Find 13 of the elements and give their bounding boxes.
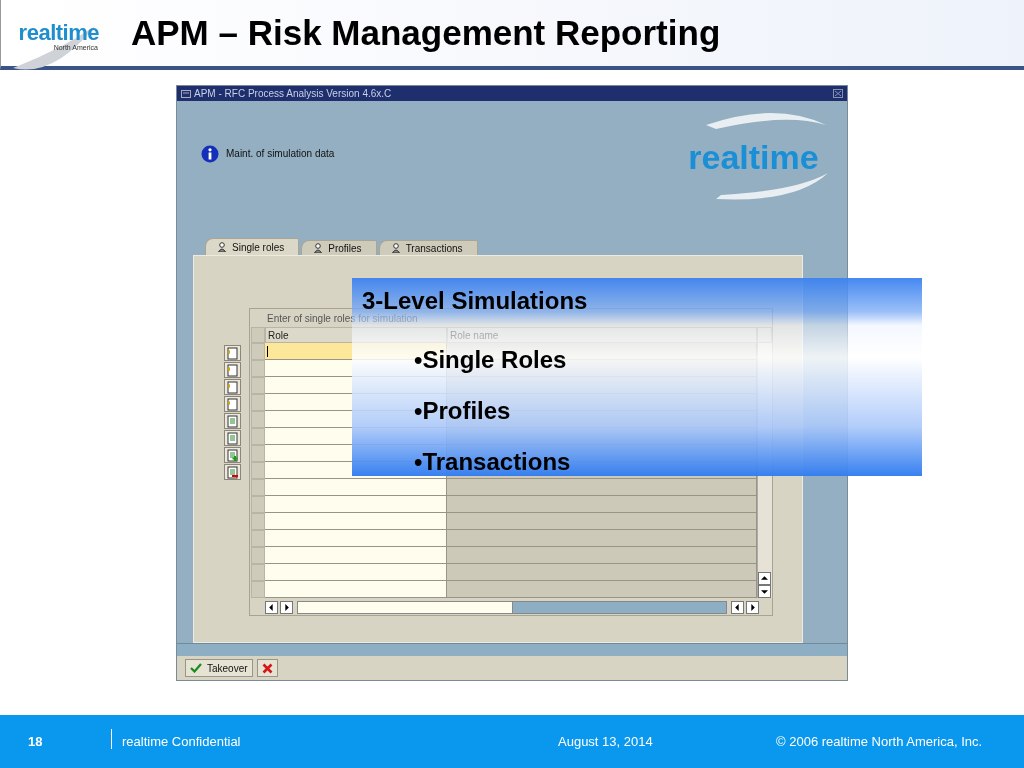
bullet-item: •Transactions bbox=[414, 450, 571, 474]
bullet-item: •Single Roles bbox=[414, 348, 567, 372]
date-text: August 13, 2014 bbox=[558, 734, 654, 749]
confidential-note: realtime Confidential bbox=[122, 734, 242, 749]
window-logo-text: realtime bbox=[688, 137, 819, 177]
window-title: APM - RFC Process Analysis Version 4.6x.C bbox=[194, 88, 393, 99]
slide-title: APM – Risk Management Reporting bbox=[131, 13, 721, 53]
copyright-text: © 2006 realtime North America, Inc. bbox=[776, 734, 983, 749]
message-text: Maint. of simulation data bbox=[226, 148, 335, 159]
logo-text: realtime bbox=[18, 21, 99, 44]
callout-title: 3-Level Simulations bbox=[362, 289, 588, 313]
page-number: 18 bbox=[28, 734, 44, 749]
bullet-item: •Profiles bbox=[414, 399, 511, 423]
